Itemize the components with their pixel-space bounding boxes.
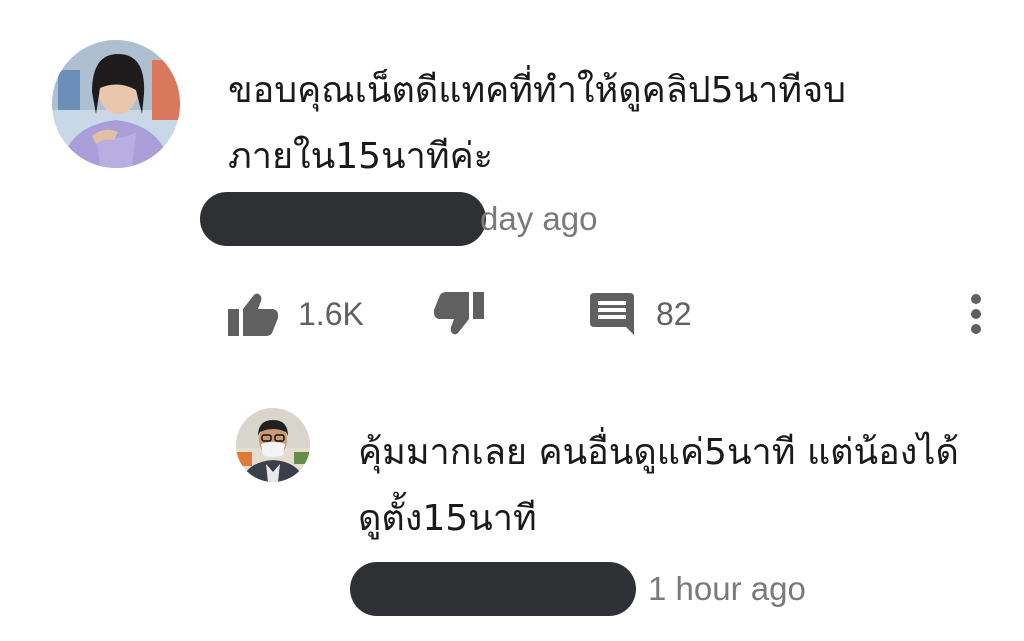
comment-actions: 1.6K 82	[228, 282, 988, 346]
like-button[interactable]: 1.6K	[228, 282, 364, 346]
more-vert-icon	[971, 294, 981, 334]
like-count: 1.6K	[298, 295, 364, 332]
comment-text: คุ้มมากเลย คนอื่นดูแค่5นาที แต่น้องได้ดู…	[358, 432, 959, 539]
comment-meta: 1 hour ago	[350, 562, 806, 616]
comment-text: ขอบคุณเน็ตดีแทคที่ทำให้ดูคลิป5นาทีจบภายใ…	[228, 70, 847, 177]
comment-meta: day ago	[200, 192, 597, 246]
thumbs-down-icon	[434, 292, 484, 335]
avatar[interactable]	[52, 40, 180, 168]
dislike-button[interactable]	[434, 282, 484, 346]
reply-count: 82	[656, 295, 692, 332]
comment-time: day ago	[480, 200, 598, 237]
reply-button[interactable]: 82	[590, 282, 692, 346]
thumbs-up-icon	[228, 293, 278, 336]
comment-icon	[590, 293, 634, 335]
comment-thread: ขอบคุณเน็ตดีแทคที่ทำให้ดูคลิป5นาทีจบภายใ…	[0, 0, 1024, 641]
comment-time: 1 hour ago	[648, 570, 806, 607]
more-options-button[interactable]	[964, 282, 988, 346]
redacted-author	[350, 562, 636, 616]
avatar[interactable]	[236, 408, 310, 482]
redacted-author	[200, 192, 486, 246]
